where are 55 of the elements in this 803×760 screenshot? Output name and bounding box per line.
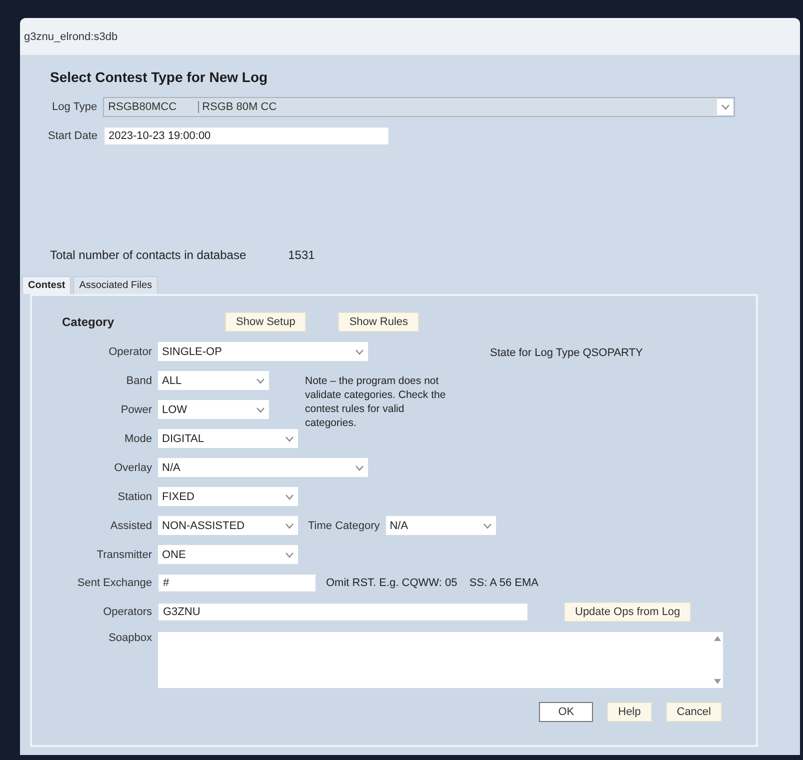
show-button[interactable]: Show Setup [225,312,306,332]
chevron-down-icon [285,522,294,528]
field-label: Mode [123,432,152,444]
chevron-down-icon [256,406,265,412]
dialog-heading: Select Contest Type for New Log [50,69,269,85]
scroll-up-icon[interactable] [714,636,721,641]
field-label: Start Date [48,130,98,142]
field-label: Band [125,374,152,386]
dropdown[interactable]: N/A [386,516,496,535]
category-label: Category [61,315,116,329]
dialog-button[interactable]: Help [607,702,652,722]
dropdown[interactable]: N/A [158,458,368,477]
dropdown[interactable]: SINGLE-OP [158,342,368,361]
chevron-down-icon [355,348,364,354]
field-label: Soapbox [108,632,152,644]
show-button[interactable]: Show Rules [338,312,420,332]
chevron-down-icon [285,436,294,442]
dropdown[interactable]: FIXED [158,487,298,506]
field-label: Operator [108,346,152,358]
dropdown[interactable]: ONE [158,545,298,564]
input-field[interactable]: # [158,574,316,592]
log-type-dropdown[interactable]: RSGB80MCC RSGB 80M CC [103,97,736,117]
dropdown[interactable]: DIGITAL [158,429,298,448]
dropdown[interactable]: NON-ASSISTED [158,516,298,535]
total-label: Total number of contacts in database [50,248,246,262]
tab[interactable]: Contest [22,276,72,294]
dropdown[interactable]: ALL [158,371,269,390]
note-text: Note – the program does not validate categories. Check the contest rules for valid categories. [305,374,447,430]
field-label: Log Type [52,101,98,113]
dialog-button[interactable]: Cancel [666,702,722,722]
dialog-button[interactable]: OK [539,702,594,722]
field-label: Time Category [308,520,380,532]
field-label: Operators [102,606,152,618]
state-note: State for Log Type QSOPARTY [490,347,643,359]
field-label: Assisted [109,520,152,532]
hint-text: Omit RST. E.g. CQWW: 05 SS: A 56 EMA [326,577,539,589]
chevron-down-icon [355,464,364,470]
field-label: Overlay [113,462,152,474]
chevron-down-icon [482,522,492,528]
update-ops-button[interactable]: Update Ops from Log [564,602,692,622]
scroll-down-icon[interactable] [714,679,721,684]
chevron-down-icon [285,494,294,500]
window-title: g3znu_elrond:s3db [20,18,800,55]
dropdown[interactable]: LOW [158,400,269,419]
field-label: Station [116,490,152,502]
chevron-down-icon [720,104,730,110]
chevron-down-icon [256,378,265,384]
field-label: Sent Exchange [76,577,152,589]
input-field[interactable]: G3ZNU [158,603,528,621]
total-value: 1531 [288,248,315,262]
tab[interactable]: Associated Files [73,276,158,294]
field-label: Power [120,404,152,416]
input-field[interactable]: 2023-10-23 19:00:00 [104,127,389,145]
chevron-down-icon [285,552,294,558]
field-label: Transmitter [96,548,152,560]
